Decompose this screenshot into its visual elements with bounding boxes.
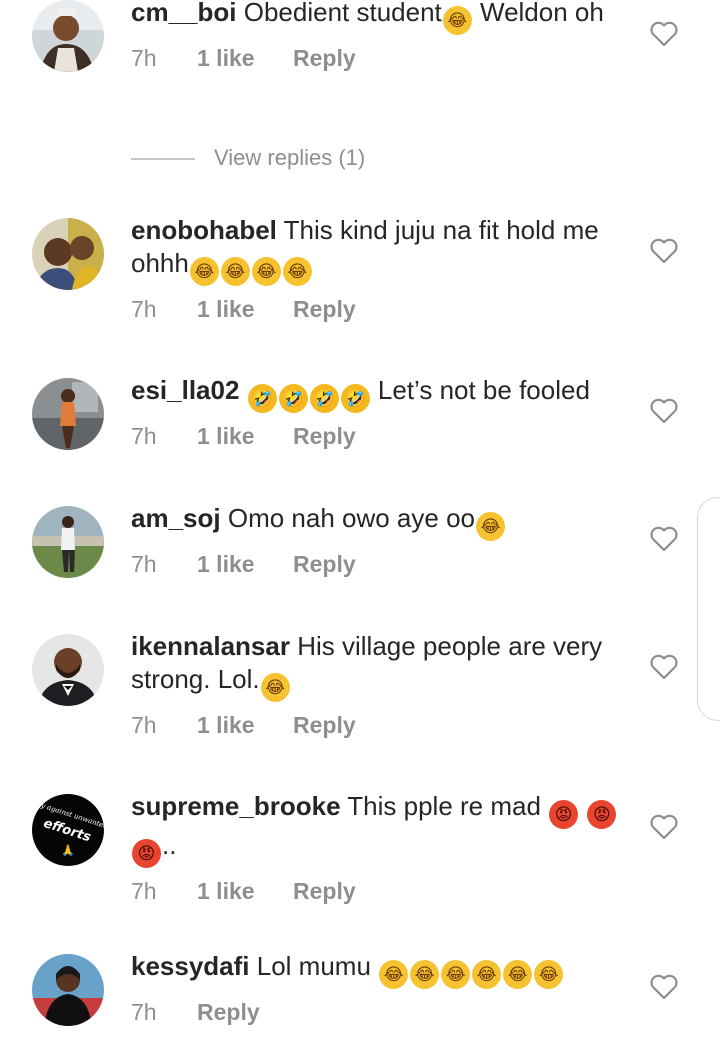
rolling-on-floor-laughing-icon: 🤣 [340, 384, 370, 413]
rolling-on-floor-laughing-icon: 🤣 [309, 384, 339, 413]
face-with-tears-of-joy-icon: 😂 [472, 960, 502, 989]
username[interactable]: ikennalansar [131, 631, 290, 661]
face-with-tears-of-joy-icon: 😂 [220, 257, 250, 286]
reply-button[interactable]: Reply [293, 423, 356, 450]
timestamp: 7h [131, 423, 157, 449]
username[interactable]: am_soj [131, 503, 221, 533]
likes-count[interactable]: 1 like [197, 423, 293, 450]
angry-face-icon: 😡 [587, 800, 617, 829]
likes-count[interactable]: 1 like [197, 45, 293, 72]
timestamp: 7h [131, 45, 157, 71]
rolling-on-floor-laughing-icon: 🤣 [247, 384, 277, 413]
angry-face-icon: 😡 [549, 800, 579, 829]
comment-meta: 7h 1 like Reply [131, 878, 631, 905]
face-with-tears-of-joy-icon: 😂 [442, 6, 472, 35]
username[interactable]: kessydafi [131, 951, 250, 981]
comment-meta: 7h 1 like Reply [131, 45, 631, 72]
username[interactable]: supreme_brooke [131, 791, 341, 821]
face-with-tears-of-joy-icon: 😂 [251, 257, 281, 286]
comment-tail: .. [162, 830, 177, 860]
face-with-tears-of-joy-icon: 😂 [379, 960, 409, 989]
timestamp: 7h [131, 296, 157, 322]
comment-text: kessydafi Lol mumu 😂 😂 😂 😂 😂 😂 [131, 950, 631, 989]
side-panel-edge [697, 497, 720, 721]
comment-text: cm__boi Obedient student 😂 Weldon oh [131, 0, 631, 35]
angry-face-icon: 😡 [132, 839, 161, 868]
reply-button[interactable]: Reply [293, 712, 356, 739]
heart-icon[interactable] [650, 974, 678, 1000]
username[interactable]: enobohabel [131, 215, 277, 245]
reply-button[interactable]: Reply [293, 878, 356, 905]
heart-icon[interactable] [650, 654, 678, 680]
reply-button[interactable]: Reply [293, 296, 356, 323]
username[interactable]: esi_lla02 [131, 375, 239, 405]
reply-button[interactable]: Reply [293, 45, 356, 72]
folded-hands-icon: 🙏 [61, 844, 75, 857]
heart-icon[interactable] [650, 21, 678, 47]
avatar[interactable]: Pray against unwanted efforts 🙏 [32, 794, 104, 866]
comment-meta: 7h 1 like Reply [131, 296, 631, 323]
rolling-on-floor-laughing-icon: 🤣 [278, 384, 308, 413]
face-with-tears-of-joy-icon: 😂 [476, 512, 505, 541]
comment-meta: 7h Reply [131, 999, 631, 1026]
timestamp: 7h [131, 551, 157, 577]
heart-icon[interactable] [650, 526, 678, 552]
heart-icon[interactable] [650, 398, 678, 424]
reply-button[interactable]: Reply [197, 999, 260, 1026]
comment-body-after: Weldon oh [472, 0, 604, 27]
likes-count[interactable]: 1 like [197, 878, 293, 905]
face-with-tears-of-joy-icon: 😂 [441, 960, 471, 989]
comment-body: Let’s not be fooled [370, 375, 590, 405]
comment-body: Obedient student [243, 0, 442, 27]
avatar[interactable] [32, 0, 104, 72]
comment-meta: 7h 1 like Reply [131, 551, 631, 578]
replies-divider [131, 158, 195, 160]
comment-body: This pple re mad [347, 791, 549, 821]
face-with-tears-of-joy-icon: 😂 [534, 960, 564, 989]
timestamp: 7h [131, 999, 157, 1025]
timestamp: 7h [131, 878, 157, 904]
face-with-tears-of-joy-icon: 😂 [503, 960, 533, 989]
face-with-tears-of-joy-icon: 😂 [282, 257, 312, 286]
avatar[interactable] [32, 506, 104, 578]
avatar[interactable] [32, 634, 104, 706]
comment-spacer [579, 791, 586, 821]
comment-text: esi_lla02 🤣 🤣 🤣 🤣 Let’s not be fooled [131, 374, 631, 413]
face-with-tears-of-joy-icon: 😂 [410, 960, 440, 989]
avatar[interactable] [32, 378, 104, 450]
reply-button[interactable]: Reply [293, 551, 356, 578]
face-with-tears-of-joy-icon: 😂 [260, 673, 290, 702]
timestamp: 7h [131, 712, 157, 738]
comment-meta: 7h 1 like Reply [131, 712, 631, 739]
username[interactable]: cm__boi [131, 0, 237, 27]
comment-text: supreme_brooke This pple re mad 😡 😡 😡.. [131, 790, 631, 868]
heart-icon[interactable] [650, 238, 678, 264]
comment-body: Lol mumu [256, 951, 379, 981]
comment-text: ikennalansar His village people are very… [131, 630, 631, 702]
heart-icon[interactable] [650, 814, 678, 840]
comment-meta: 7h 1 like Reply [131, 423, 631, 450]
likes-count[interactable]: 1 like [197, 551, 293, 578]
comment-body: Omo nah owo aye oo [227, 503, 475, 533]
avatar[interactable] [32, 954, 104, 1026]
view-replies-button[interactable]: View replies (1) [214, 145, 365, 171]
comment-text: am_soj Omo nah owo aye oo 😂 [131, 502, 631, 541]
comment-text: enobohabel This kind juju na fit hold me… [131, 214, 631, 286]
likes-count[interactable]: 1 like [197, 296, 293, 323]
likes-count[interactable]: 1 like [197, 712, 293, 739]
face-with-tears-of-joy-icon: 😂 [189, 257, 219, 286]
avatar[interactable] [32, 218, 104, 290]
